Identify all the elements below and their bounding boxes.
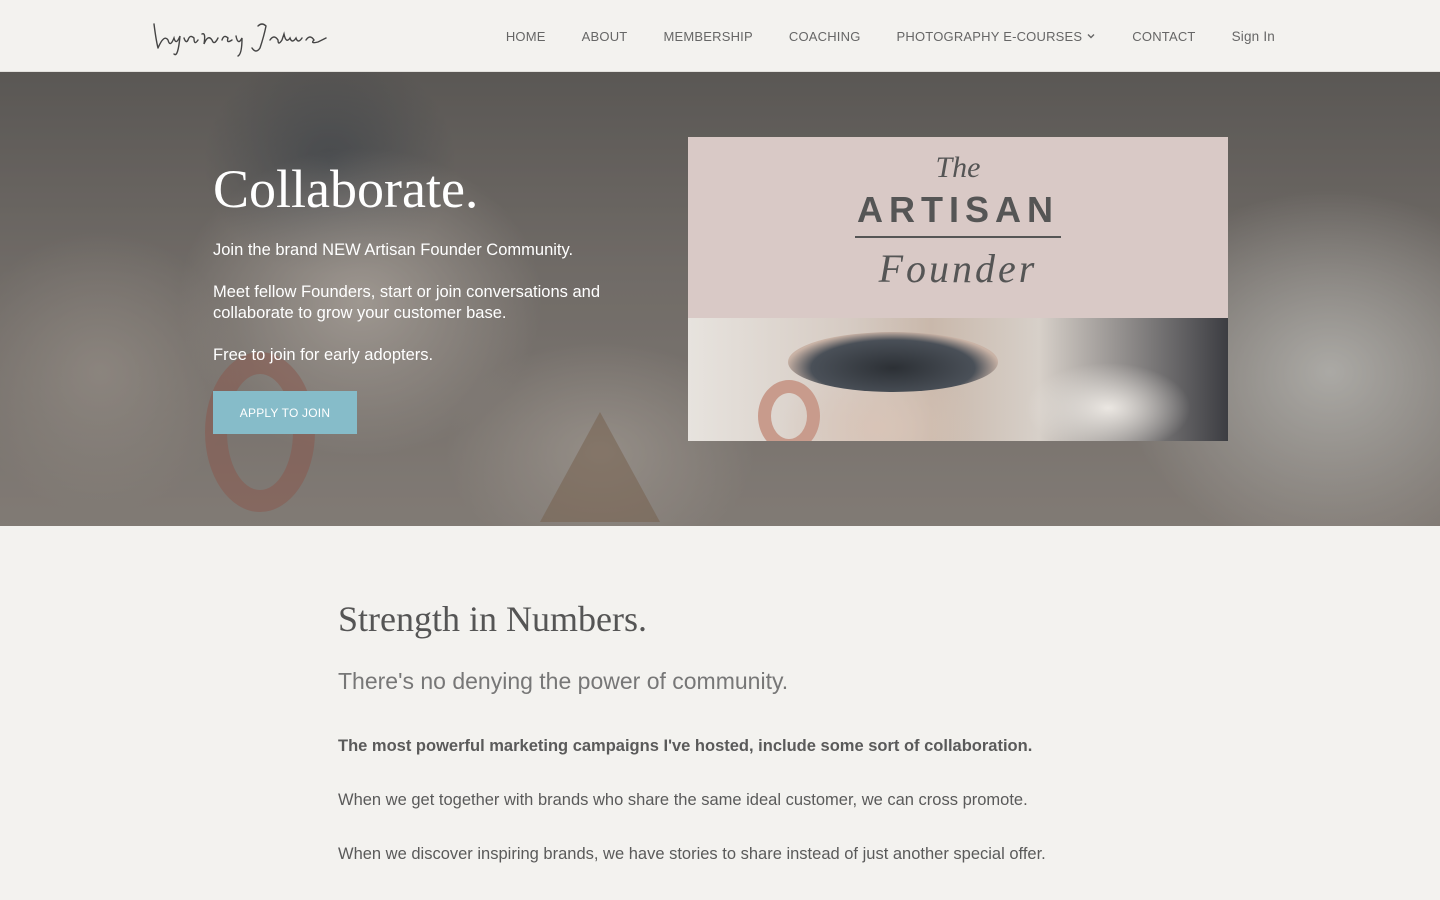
site-header: HOME ABOUT MEMBERSHIP COACHING PHOTOGRAP… xyxy=(0,0,1440,72)
nav-membership[interactable]: MEMBERSHIP xyxy=(663,29,752,44)
card-title-panel: The ARTISAN Founder xyxy=(688,137,1228,318)
nav-contact[interactable]: CONTACT xyxy=(1132,29,1195,44)
mug-handle xyxy=(758,380,820,441)
section-paragraph-bold: The most powerful marketing campaigns I'… xyxy=(338,737,1033,755)
section-heading: Strength in Numbers. xyxy=(338,599,647,639)
card-artisan-text: ARTISAN xyxy=(857,189,1059,230)
nav-photography-ecourses[interactable]: PHOTOGRAPHY E-COURSES xyxy=(897,29,1097,44)
section-paragraph: When we get together with brands who sha… xyxy=(338,791,1028,809)
sign-in-link[interactable]: Sign In xyxy=(1232,29,1275,44)
card-the-text: The xyxy=(935,151,981,184)
hero-section: Collaborate. Join the brand NEW Artisan … xyxy=(0,72,1440,526)
hero-description-text: Meet fellow Founders, start or join conv… xyxy=(213,283,601,322)
main-nav: HOME ABOUT MEMBERSHIP COACHING PHOTOGRAP… xyxy=(470,0,1275,72)
card-divider xyxy=(855,236,1061,238)
nav-about[interactable]: ABOUT xyxy=(582,29,628,44)
card-mug-photo xyxy=(688,318,1228,441)
card-founder-text: Founder xyxy=(878,246,1038,291)
section-lead: There's no denying the power of communit… xyxy=(338,668,789,694)
mug-rim xyxy=(788,332,998,392)
hero-title: Collaborate. xyxy=(213,159,479,219)
nav-coaching[interactable]: COACHING xyxy=(789,29,861,44)
section-paragraph: When we discover inspiring brands, we ha… xyxy=(338,845,1046,863)
site-logo[interactable] xyxy=(150,14,330,58)
nav-home[interactable]: HOME xyxy=(506,29,546,44)
nav-photography-label: PHOTOGRAPHY E-COURSES xyxy=(896,28,1083,44)
hero-intro-text: Join the brand NEW Artisan Founder Commu… xyxy=(213,241,574,259)
apply-to-join-button[interactable]: APPLY TO JOIN xyxy=(213,391,357,434)
chevron-down-icon xyxy=(1087,34,1095,39)
hero-offer-text: Free to join for early adopters. xyxy=(213,346,434,364)
artisan-founder-card: The ARTISAN Founder xyxy=(688,137,1228,441)
